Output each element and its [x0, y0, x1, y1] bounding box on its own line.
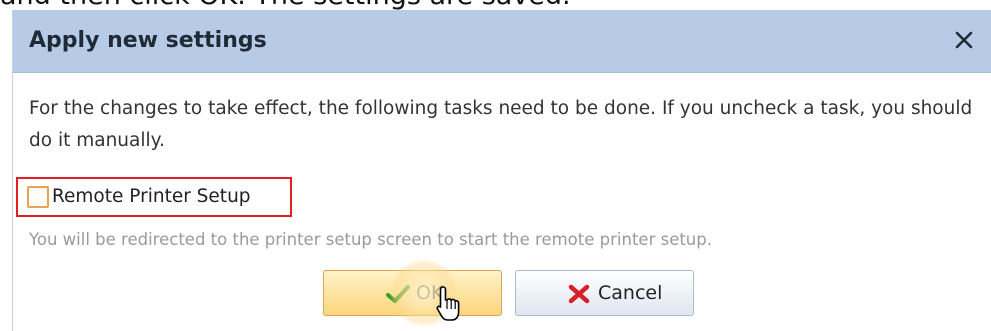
- close-icon: [955, 31, 973, 49]
- remote-printer-setup-label[interactable]: Remote Printer Setup: [52, 179, 251, 215]
- checkmark-icon: [386, 285, 410, 303]
- cancel-button-label: Cancel: [598, 282, 663, 304]
- task-remote-printer-setup[interactable]: Remote Printer Setup: [16, 177, 292, 217]
- cancel-button[interactable]: Cancel: [515, 270, 694, 316]
- dialog-titlebar: Apply new settings: [13, 10, 991, 73]
- ok-button-label: OK: [416, 282, 444, 304]
- dialog-title: Apply new settings: [29, 28, 267, 53]
- close-button[interactable]: [948, 24, 980, 56]
- apply-settings-dialog: Apply new settings For the changes to ta…: [12, 10, 991, 331]
- red-x-icon: [568, 284, 590, 304]
- remote-printer-setup-hint: You will be redirected to the printer se…: [29, 230, 712, 249]
- ok-button[interactable]: OK: [323, 270, 502, 316]
- remote-printer-setup-checkbox[interactable]: [27, 186, 49, 208]
- instruction-text: and then click OK. The settings are save…: [0, 0, 571, 10]
- dialog-message: For the changes to take effect, the foll…: [29, 98, 973, 151]
- dialog-body: For the changes to take effect, the foll…: [13, 73, 991, 331]
- screenshot: and then click OK. The settings are save…: [0, 0, 991, 331]
